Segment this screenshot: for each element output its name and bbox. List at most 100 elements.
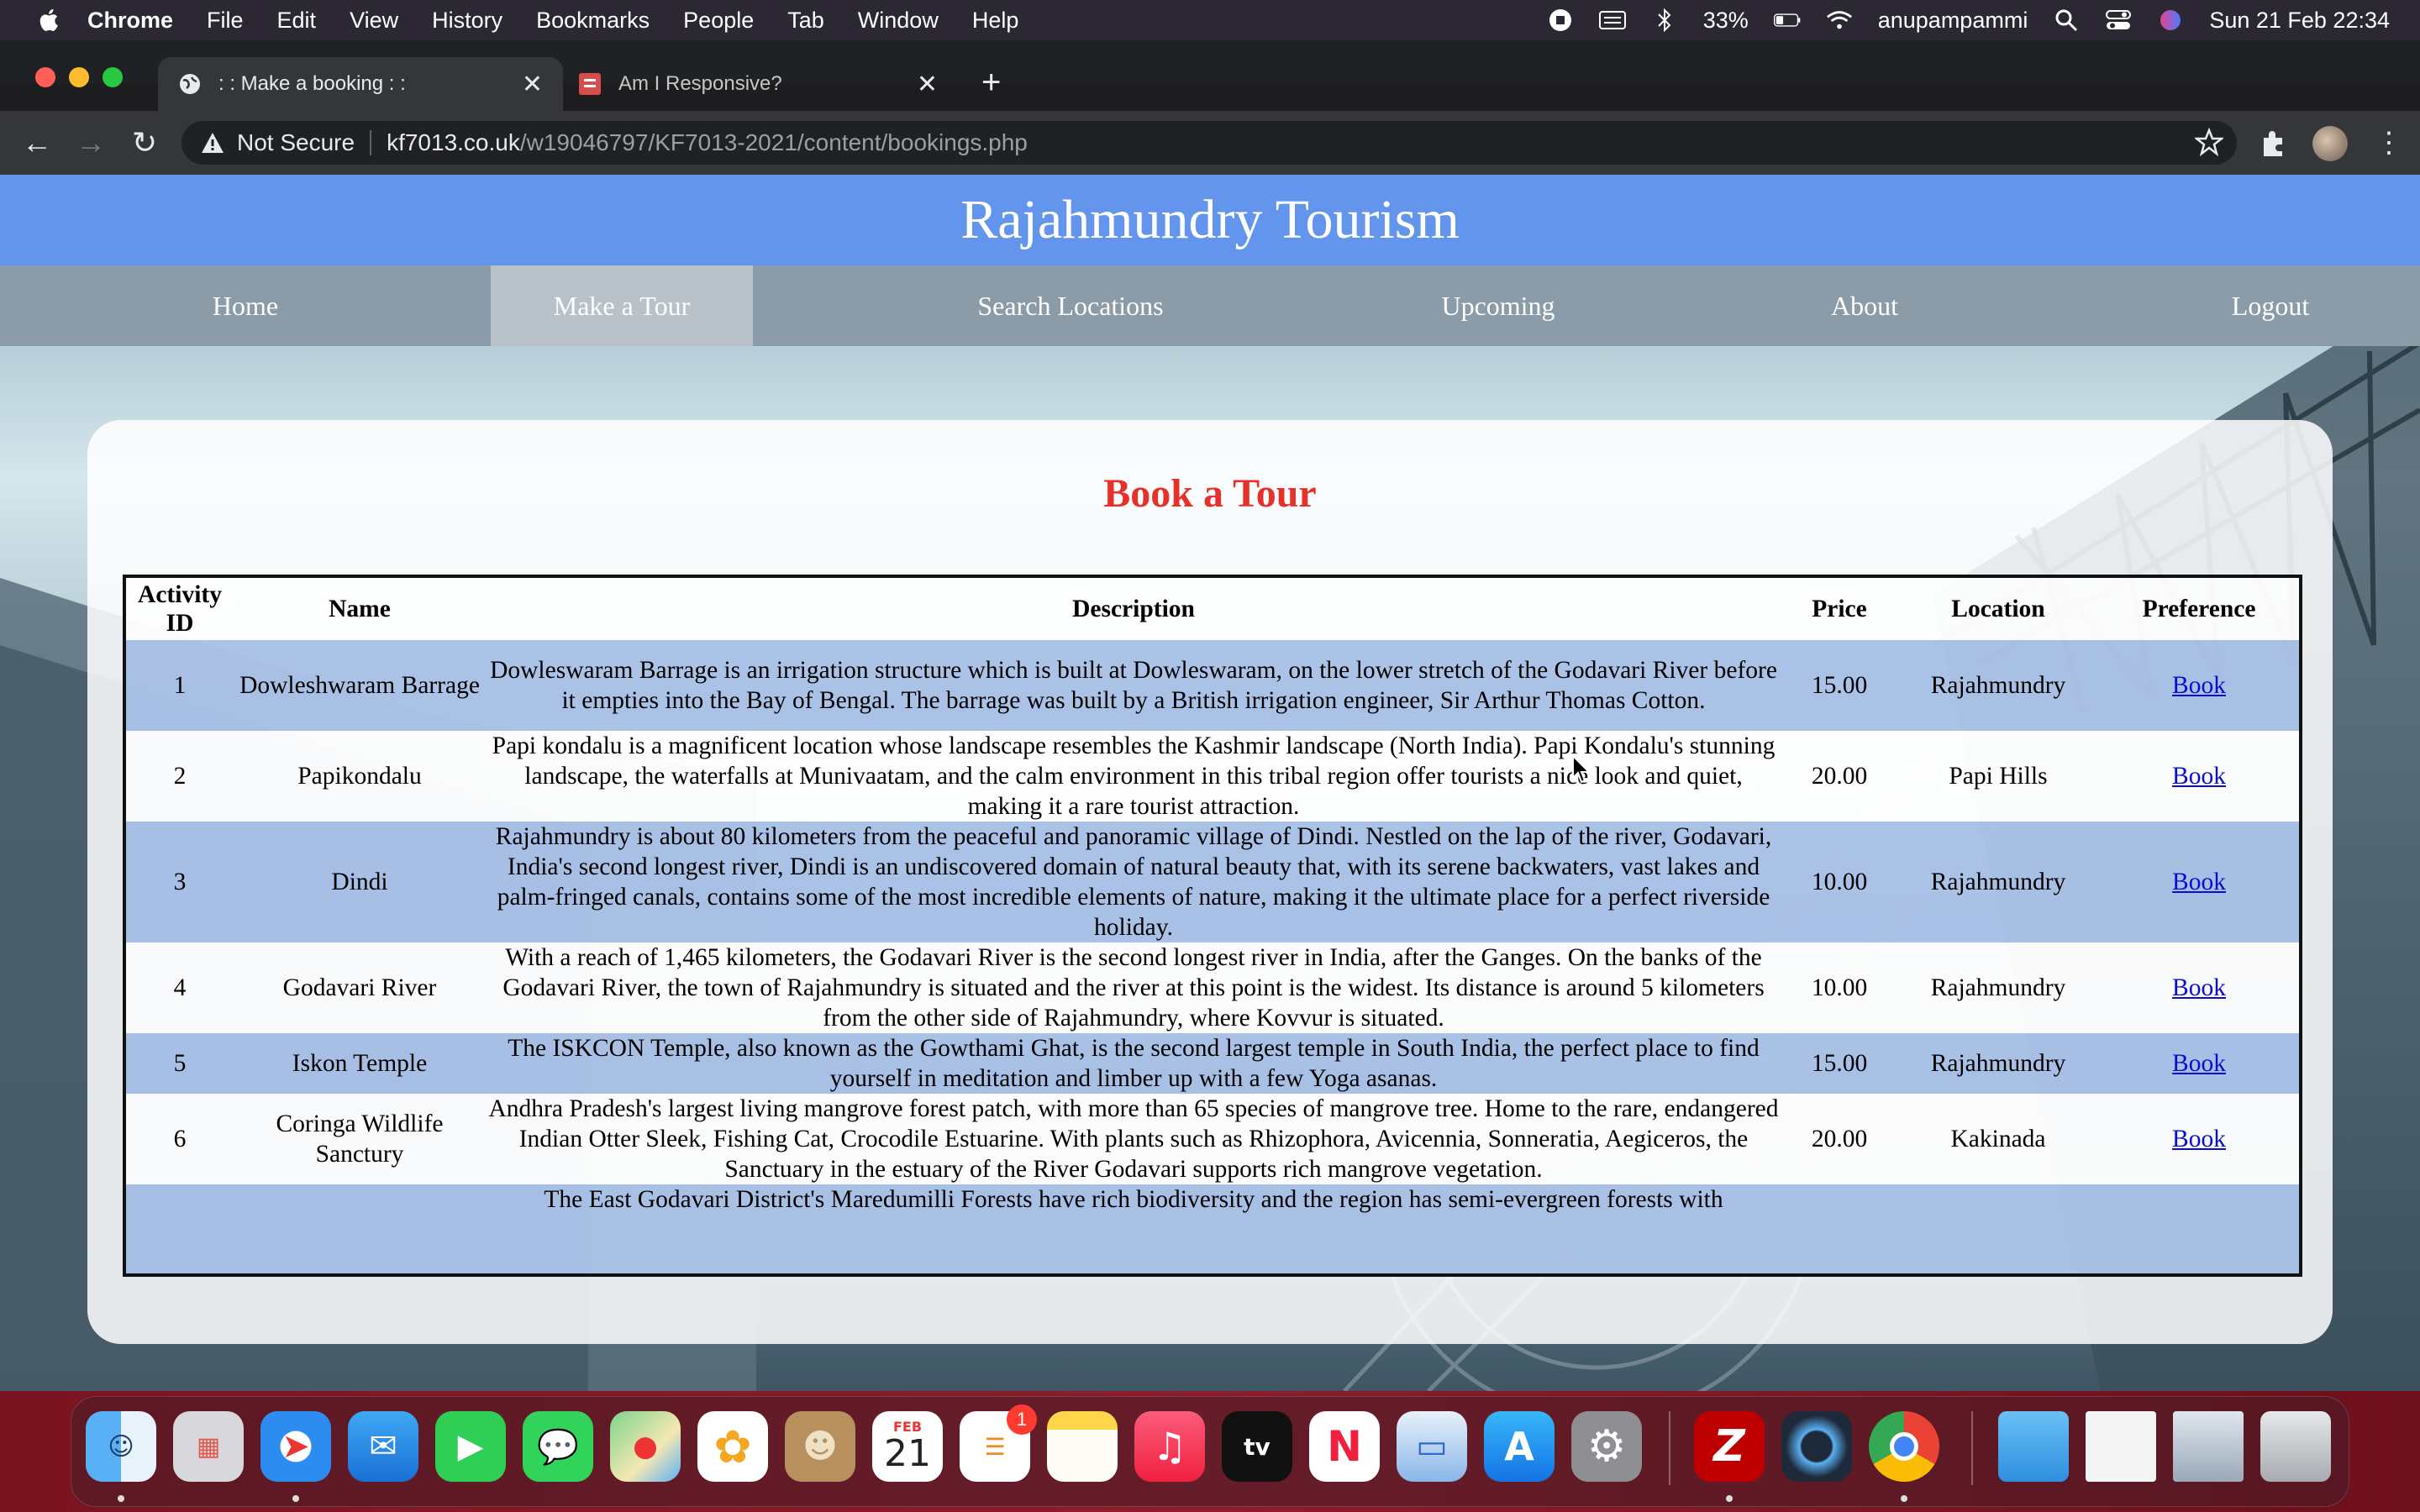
- messages-icon[interactable]: 💬: [523, 1411, 593, 1482]
- reload-icon[interactable]: ↻: [128, 126, 161, 160]
- bluetooth-icon[interactable]: [1651, 8, 1678, 33]
- menu-people[interactable]: People: [683, 8, 754, 34]
- menu-history[interactable]: History: [432, 8, 502, 34]
- nav-logout[interactable]: Logout: [2121, 265, 2420, 346]
- menu-edit[interactable]: Edit: [277, 8, 317, 34]
- preference-cell: Book: [2099, 731, 2301, 822]
- book-link[interactable]: Book: [2172, 672, 2226, 699]
- nav-search-locations[interactable]: Search Locations: [753, 265, 1388, 346]
- maps-icon[interactable]: ●: [610, 1411, 681, 1482]
- menu-window[interactable]: Window: [858, 8, 939, 34]
- extensions-puzzle-icon[interactable]: [2259, 128, 2289, 158]
- tab-close-icon[interactable]: ✕: [522, 70, 543, 99]
- activity-description: Dowleswaram Barrage is an irrigation str…: [490, 657, 1777, 714]
- trash-icon[interactable]: [2260, 1411, 2331, 1482]
- chrome-menu-icon[interactable]: ⋮: [2375, 126, 2403, 160]
- table-row: 4 Godavari River With a reach of 1,465 k…: [124, 942, 2301, 1033]
- spotlight-search-icon[interactable]: [2053, 8, 2080, 32]
- activity-location: [1897, 1184, 2099, 1275]
- globe-icon: [180, 74, 200, 94]
- recent-screenshot-icon[interactable]: [2173, 1411, 2244, 1482]
- book-link[interactable]: Book: [2172, 1126, 2226, 1152]
- bookmark-star-icon[interactable]: [2195, 128, 2223, 156]
- launchpad-icon[interactable]: ▦: [173, 1411, 244, 1482]
- control-center-icon[interactable]: [2105, 8, 2132, 32]
- preference-cell: Book: [2099, 1033, 2301, 1094]
- activity-location: Kakinada: [1950, 1126, 2046, 1152]
- reminders-badge: 1: [1007, 1404, 1037, 1435]
- site-nav: Home Make a Tour Search Locations Upcomi…: [0, 265, 2420, 346]
- tab-am-i-responsive[interactable]: Am I Responsive? ✕: [563, 57, 958, 111]
- security-label[interactable]: Not Secure: [237, 129, 355, 156]
- activity-description: The ISKCON Temple, also known as the Gow…: [508, 1035, 1760, 1092]
- contacts-icon[interactable]: ☻: [785, 1411, 855, 1482]
- keyboard-icon[interactable]: [1598, 8, 1626, 32]
- downloads-folder-icon[interactable]: [1998, 1411, 2069, 1482]
- site-title[interactable]: Rajahmundry Tourism: [960, 189, 1460, 250]
- activity-id: [124, 1184, 234, 1275]
- siri-icon[interactable]: [2157, 8, 2184, 32]
- nav-about[interactable]: About: [1608, 265, 2121, 346]
- mail-icon[interactable]: ✉: [348, 1411, 418, 1482]
- warning-triangle-icon[interactable]: [200, 131, 225, 155]
- music-icon[interactable]: ♫: [1134, 1411, 1205, 1482]
- chrome-icon[interactable]: [1869, 1411, 1939, 1482]
- nav-make-a-tour[interactable]: Make a Tour: [491, 265, 753, 346]
- book-link[interactable]: Book: [2172, 1050, 2226, 1077]
- window-minimize-button[interactable]: [69, 67, 89, 87]
- activity-id: 2: [173, 763, 187, 790]
- book-link[interactable]: Book: [2172, 763, 2226, 790]
- finder-icon[interactable]: ☺: [86, 1411, 156, 1482]
- system-preferences-icon[interactable]: ⚙: [1571, 1411, 1642, 1482]
- back-arrow-icon[interactable]: ←: [20, 126, 54, 160]
- activity-name: Iskon Temple: [292, 1050, 428, 1077]
- quicktime-icon[interactable]: [1781, 1411, 1852, 1482]
- menu-help[interactable]: Help: [972, 8, 1019, 34]
- profile-avatar[interactable]: [2312, 126, 2348, 161]
- column-header: Price: [1812, 596, 1867, 622]
- tv-icon[interactable]: tv: [1222, 1411, 1292, 1482]
- clock[interactable]: Sun 21 Feb 22:34: [2209, 8, 2390, 34]
- apple-icon[interactable]: [35, 6, 64, 34]
- menu-tab[interactable]: Tab: [787, 8, 824, 34]
- window-close-button[interactable]: [35, 67, 55, 87]
- safari-icon[interactable]: ➤: [260, 1411, 331, 1482]
- tab-make-booking[interactable]: : : Make a booking : : ✕: [158, 57, 563, 111]
- activity-id: 6: [173, 1126, 187, 1152]
- filezilla-icon[interactable]: Z: [1694, 1411, 1765, 1482]
- app-store-icon[interactable]: A: [1484, 1411, 1555, 1482]
- keynote-icon[interactable]: ▭: [1397, 1411, 1467, 1482]
- dock-divider: [1971, 1411, 1973, 1485]
- window-zoom-button[interactable]: [103, 67, 123, 87]
- activity-name: Dindi: [331, 869, 388, 895]
- activity-name: Godavari River: [282, 974, 437, 1001]
- calendar-icon[interactable]: FEB 21: [872, 1411, 943, 1482]
- recent-document-icon[interactable]: [2086, 1411, 2156, 1482]
- notes-icon[interactable]: [1047, 1411, 1118, 1482]
- tab-title: Am I Responsive?: [618, 72, 782, 95]
- menu-view[interactable]: View: [350, 8, 398, 34]
- book-link[interactable]: Book: [2172, 869, 2226, 895]
- stop-recording-icon[interactable]: [1547, 8, 1574, 32]
- nav-home[interactable]: Home: [0, 265, 491, 346]
- preference-cell: Book: [2099, 942, 2301, 1033]
- news-icon[interactable]: N: [1309, 1411, 1380, 1482]
- table-row: 1 Dowleshwaram Barrage Dowleswaram Barra…: [124, 640, 2301, 731]
- nav-upcoming[interactable]: Upcoming: [1388, 265, 1608, 346]
- column-header: Preference: [2142, 596, 2256, 622]
- book-link[interactable]: Book: [2172, 974, 2226, 1001]
- facetime-icon[interactable]: ▶: [435, 1411, 506, 1482]
- menu-app-name[interactable]: Chrome: [87, 8, 173, 34]
- omnibox-divider: [370, 130, 372, 155]
- forward-arrow-icon[interactable]: →: [74, 126, 108, 160]
- tab-close-icon[interactable]: ✕: [917, 70, 938, 99]
- battery-icon[interactable]: [1773, 8, 1801, 32]
- address-bar[interactable]: Not Secure kf7013.co.uk/w19046797/KF7013…: [182, 121, 2237, 165]
- menu-file[interactable]: File: [207, 8, 244, 34]
- photos-icon[interactable]: ✿: [697, 1411, 768, 1482]
- menu-bookmarks[interactable]: Bookmarks: [536, 8, 650, 34]
- new-tab-plus-icon[interactable]: +: [981, 66, 1001, 99]
- user-name[interactable]: anupampammi: [1878, 8, 2028, 34]
- wifi-icon[interactable]: [1826, 8, 1853, 32]
- battery-percent: 33%: [1702, 7, 1749, 33]
